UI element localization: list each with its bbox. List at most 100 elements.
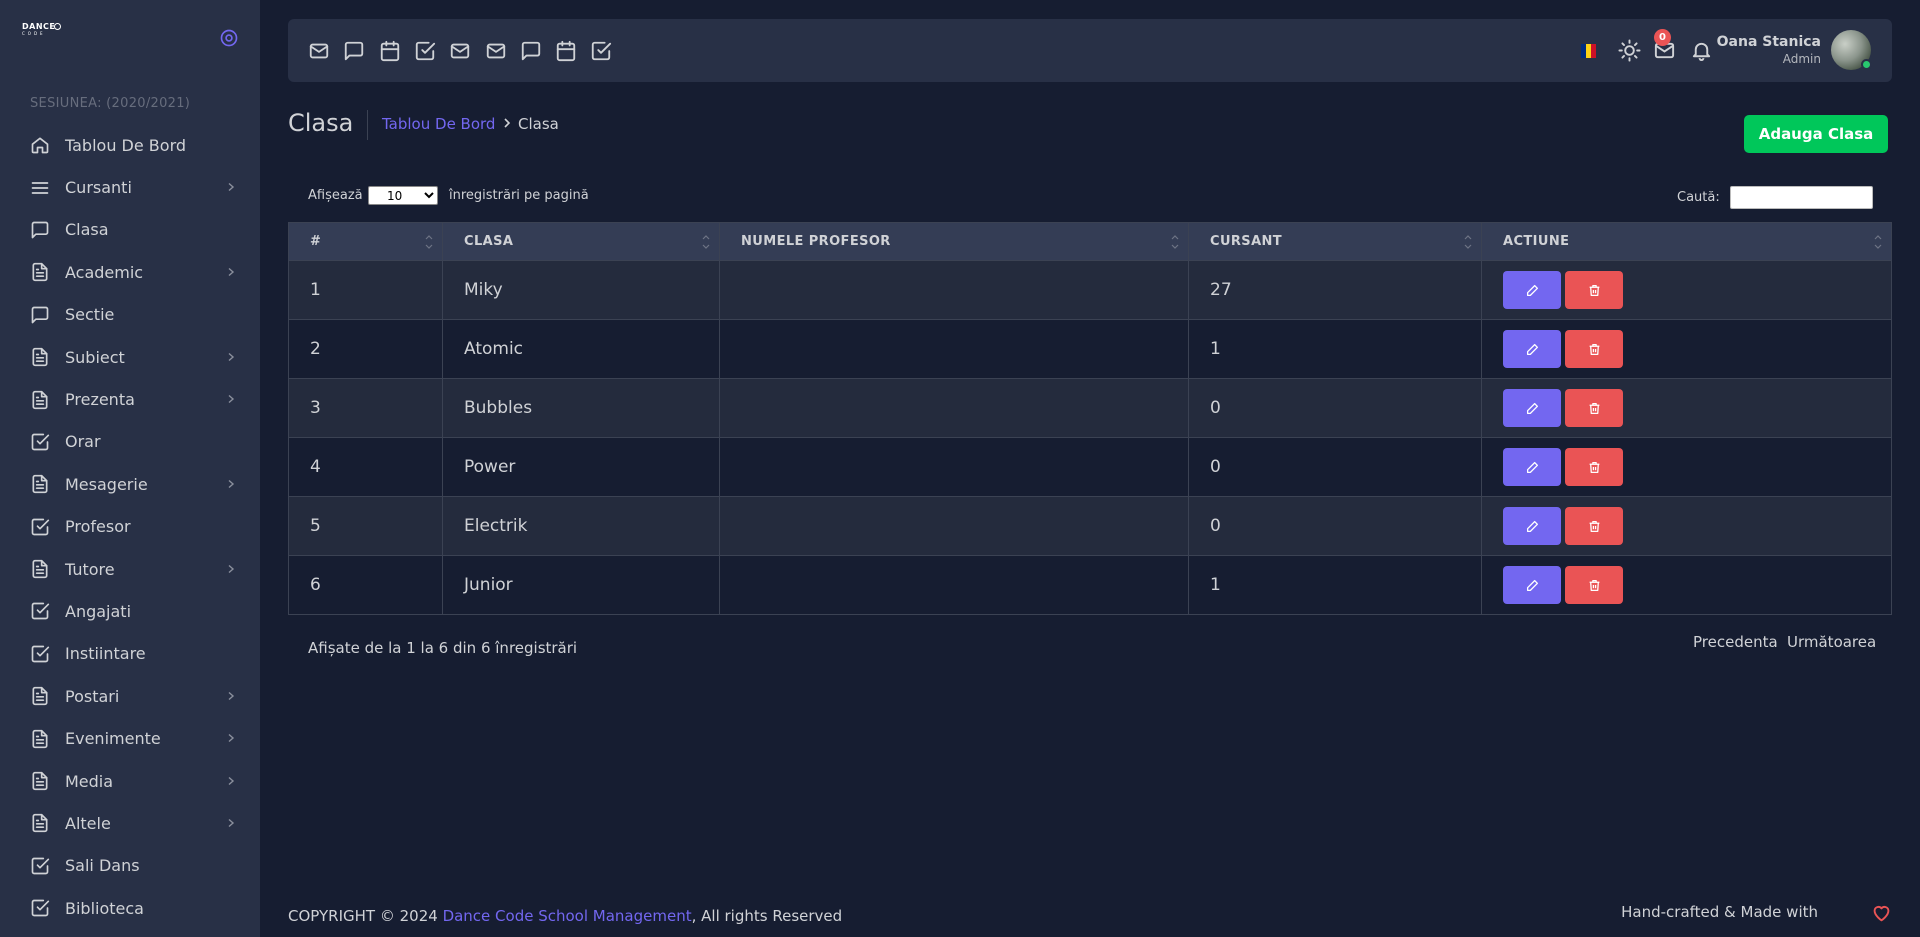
cell-teacher — [720, 497, 1189, 555]
edit-button[interactable] — [1503, 507, 1561, 545]
calendar-icon[interactable] — [555, 40, 577, 62]
bell-icon[interactable] — [1690, 39, 1713, 62]
sidebar-item-prezenta[interactable]: Prezenta — [0, 378, 260, 420]
sidebar-item-label: Media — [65, 771, 114, 791]
cell-class: Miky — [443, 261, 720, 319]
search-input[interactable] — [1730, 186, 1873, 209]
column-header[interactable]: ACTIUNE — [1482, 223, 1891, 260]
pencil-icon — [1526, 343, 1539, 356]
sidebar-item-cursanti[interactable]: Cursanti — [0, 166, 260, 208]
cell-teacher — [720, 438, 1189, 496]
user-name[interactable]: Oana Stanica — [1717, 34, 1821, 50]
footer-made-with: Hand-crafted & Made with — [1621, 903, 1818, 921]
column-header-label: CLASA — [464, 234, 514, 249]
page-length-select[interactable]: 10 — [368, 186, 438, 205]
cell-student-count: 27 — [1189, 261, 1482, 319]
sidebar-item-tablou-de-bord[interactable]: Tablou De Bord — [0, 124, 260, 166]
cell-actions — [1482, 438, 1891, 496]
delete-button[interactable] — [1565, 271, 1623, 309]
sidebar-item-academic[interactable]: Academic — [0, 251, 260, 293]
sort-icon — [1463, 233, 1473, 251]
sidebar-item-instiintare[interactable]: Instiintare — [0, 633, 260, 675]
add-class-button[interactable]: Adauga Clasa — [1744, 115, 1888, 153]
chevron-right-icon — [226, 479, 236, 489]
mail-icon[interactable] — [308, 40, 330, 62]
sidebar-item-label: Sali Dans — [65, 856, 140, 876]
pencil-icon — [1526, 520, 1539, 533]
sidebar-item-biblioteca[interactable]: Biblioteca — [0, 887, 260, 929]
check-square-icon[interactable] — [414, 40, 436, 62]
theme-toggle-icon[interactable] — [1618, 39, 1641, 62]
sidebar-item-clasa[interactable]: Clasa — [0, 209, 260, 251]
pagination-next-button[interactable]: Următoarea — [1787, 633, 1876, 651]
online-status-dot — [1861, 59, 1872, 70]
sort-icon — [1170, 233, 1180, 251]
page-title: Clasa — [288, 109, 354, 137]
edit-button[interactable] — [1503, 389, 1561, 427]
mail-icon[interactable] — [485, 40, 507, 62]
delete-button[interactable] — [1565, 566, 1623, 604]
delete-button[interactable] — [1565, 448, 1623, 486]
message-square-icon[interactable] — [520, 40, 542, 62]
check-square-icon — [30, 432, 50, 452]
cell-class: Atomic — [443, 320, 720, 378]
table-row: 2 Atomic 1 — [289, 319, 1891, 378]
sidebar-item-postari[interactable]: Postari — [0, 675, 260, 717]
check-square-icon — [30, 517, 50, 537]
chevron-right-icon — [501, 116, 513, 130]
chevron-right-icon — [226, 394, 236, 404]
class-table: # CLASA NUMELE PROFESOR CURSANT ACTIUNE 1 Mik… — [288, 222, 1892, 615]
sidebar-item-mesagerie[interactable]: Mesagerie — [0, 463, 260, 505]
chevron-right-icon — [226, 776, 236, 786]
edit-button[interactable] — [1503, 566, 1561, 604]
breadcrumb-home-link[interactable]: Tablou De Bord — [382, 115, 495, 133]
brand-logo[interactable]: DANCE CODE — [22, 22, 61, 38]
message-square-icon[interactable] — [343, 40, 365, 62]
column-header[interactable]: CURSANT — [1189, 223, 1482, 260]
cell-number: 6 — [289, 556, 443, 614]
sidebar-item-evenimente[interactable]: Evenimente — [0, 717, 260, 759]
cell-actions — [1482, 379, 1891, 437]
delete-button[interactable] — [1565, 330, 1623, 368]
cell-number: 4 — [289, 438, 443, 496]
session-label: SESIUNEA: (2020/2021) — [30, 96, 191, 111]
sidebar-item-tutore[interactable]: Tutore — [0, 548, 260, 590]
delete-button[interactable] — [1565, 389, 1623, 427]
edit-button[interactable] — [1503, 448, 1561, 486]
sidebar-item-sali-dans[interactable]: Sali Dans — [0, 845, 260, 887]
sidebar-item-angajati[interactable]: Angajati — [0, 590, 260, 632]
pagination-prev-button[interactable]: Precedenta — [1693, 633, 1778, 651]
sidebar-item-label: Clasa — [65, 220, 109, 240]
brand-logo-line2: CODE — [22, 31, 46, 36]
column-header-label: # — [310, 234, 322, 249]
cell-number: 3 — [289, 379, 443, 437]
delete-button[interactable] — [1565, 507, 1623, 545]
column-header[interactable]: CLASA — [443, 223, 720, 260]
calendar-icon[interactable] — [379, 40, 401, 62]
check-square-icon — [30, 856, 50, 876]
sidebar-item-altele[interactable]: Altele — [0, 802, 260, 844]
chevron-right-icon — [226, 691, 236, 701]
sidebar: DANCE CODE SESIUNEA: (2020/2021) Tablou … — [0, 0, 260, 937]
sidebar-item-media[interactable]: Media — [0, 760, 260, 802]
column-header[interactable]: NUMELE PROFESOR — [720, 223, 1189, 260]
footer-brand-link[interactable]: Dance Code School Management — [443, 907, 692, 925]
sidebar-item-profesor[interactable]: Profesor — [0, 506, 260, 548]
language-flag-icon[interactable] — [1581, 44, 1596, 58]
mail-icon[interactable] — [449, 40, 471, 62]
sidebar-item-subiect[interactable]: Subiect — [0, 336, 260, 378]
sidebar-item-label: Angajati — [65, 601, 132, 621]
edit-button[interactable] — [1503, 330, 1561, 368]
file-text-icon — [30, 771, 50, 791]
table-row: 5 Electrik 0 — [289, 496, 1891, 555]
chevron-right-icon — [226, 564, 236, 574]
cell-class: Bubbles — [443, 379, 720, 437]
sidebar-toggle-icon[interactable] — [219, 28, 239, 48]
sidebar-item-orar[interactable]: Orar — [0, 421, 260, 463]
column-header[interactable]: # — [289, 223, 443, 260]
check-square-icon[interactable] — [590, 40, 612, 62]
cell-actions — [1482, 556, 1891, 614]
sidebar-item-sectie[interactable]: Sectie — [0, 294, 260, 336]
pencil-icon — [1526, 579, 1539, 592]
edit-button[interactable] — [1503, 271, 1561, 309]
